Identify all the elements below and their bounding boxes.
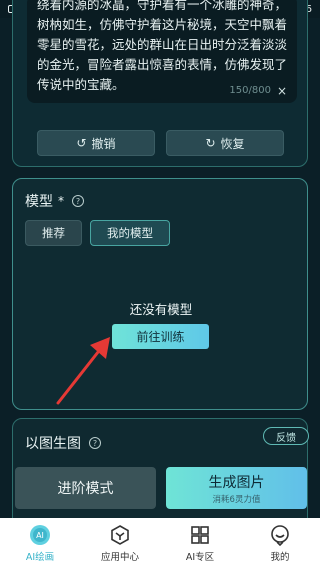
img2img-title: 以图生图 ? <box>25 433 101 453</box>
help-icon[interactable]: ? <box>89 437 101 449</box>
model-tabs: 推荐 我的模型 <box>25 220 170 246</box>
bottom-nav: AI AI绘画 应用中心 AI专区 我的 <box>0 518 320 568</box>
nav-item-app-center[interactable]: 应用中心 <box>80 524 160 563</box>
nav-label: 我的 <box>270 551 290 563</box>
go-train-button[interactable]: 前往训练 <box>112 324 209 349</box>
generate-label: 生成图片 <box>208 474 265 491</box>
model-title-text: 模型 <box>25 194 53 210</box>
nav-label: 应用中心 <box>100 551 139 563</box>
svg-text:AI: AI <box>36 531 44 540</box>
empty-state-text: 还没有模型 <box>129 302 193 317</box>
model-section-title: 模型 * ? <box>25 191 84 211</box>
nav-label: AI绘画 <box>25 551 55 563</box>
prompt-textarea[interactable]: 绕着内源的冰晶，守护着有一个冰雕的神奇，树枘如生，仿佛守护着这片秘境，天空中飘着… <box>27 0 297 103</box>
profile-icon <box>271 524 289 546</box>
redo-label: 恢复 <box>220 136 245 151</box>
redo-button[interactable]: ↻ 恢复 <box>166 130 284 156</box>
advanced-mode-button[interactable]: 进阶模式 <box>15 467 156 509</box>
app-center-icon <box>111 524 129 545</box>
annotation-arrow-icon <box>56 337 110 405</box>
img2img-title-text: 以图生图 <box>25 436 81 452</box>
counter-text: 150/800 <box>229 85 271 96</box>
clear-icon[interactable]: × <box>277 81 287 101</box>
prompt-card: 绕着内源的冰晶，守护着有一个冰雕的神奇，树枘如生，仿佛守护着这片秘境，天空中飘着… <box>12 0 308 167</box>
ai-paint-icon: AI <box>30 524 50 545</box>
feedback-button[interactable]: 反馈 <box>263 427 309 445</box>
nav-label: AI专区 <box>185 551 215 563</box>
help-icon[interactable]: ? <box>72 195 84 207</box>
grid-icon <box>191 525 209 544</box>
generate-cost: 消耗6灵力值 <box>212 494 261 505</box>
tab-recommended[interactable]: 推荐 <box>25 220 82 246</box>
nav-item-ai-zone[interactable]: AI专区 <box>160 524 240 563</box>
required-mark: * <box>58 194 64 208</box>
undo-button[interactable]: ↺ 撤销 <box>37 130 155 156</box>
generate-image-button[interactable]: 生成图片 消耗6灵力值 <box>166 467 307 509</box>
char-counter: 150/800 × <box>229 81 287 101</box>
undo-label: 撤销 <box>91 136 116 151</box>
redo-icon: ↻ <box>205 136 216 150</box>
nav-item-ai-paint[interactable]: AI AI绘画 <box>0 524 80 563</box>
tab-my-models[interactable]: 我的模型 <box>90 220 170 246</box>
nav-item-profile[interactable]: 我的 <box>240 524 320 563</box>
undo-icon: ↺ <box>76 136 87 150</box>
